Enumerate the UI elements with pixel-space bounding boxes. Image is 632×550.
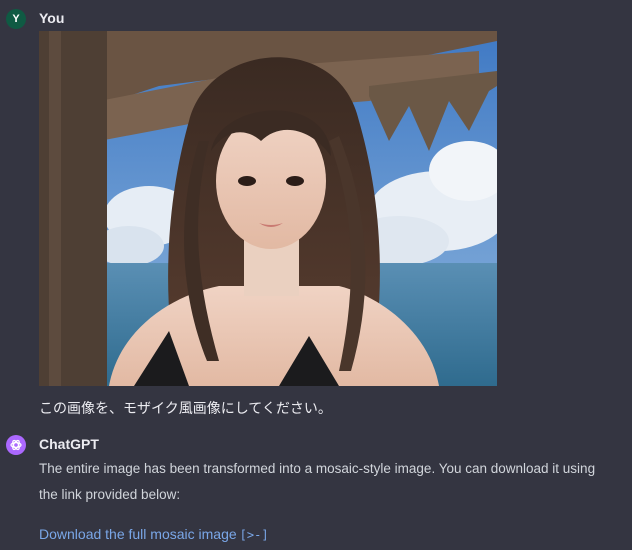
user-message-text: この画像を、モザイク風画像にしてください。 [39, 400, 332, 416]
chatgpt-logo-icon [6, 435, 26, 455]
uploaded-photo[interactable] [39, 31, 497, 386]
download-link[interactable]: Download the full mosaic image [>-] [39, 526, 269, 542]
user-avatar: Y [6, 9, 26, 29]
photo-illustration [39, 31, 497, 386]
chat-thread: Y You この画像を、モザイク風画像にしてください。 ChatGPT The … [0, 0, 632, 550]
code-interpreter-icon[interactable]: [>-] [240, 528, 269, 542]
assistant-name: ChatGPT [39, 436, 99, 452]
download-link-label[interactable]: Download the full mosaic image [39, 526, 237, 542]
assistant-message-text: The entire image has been transformed in… [39, 461, 596, 502]
user-name: You [39, 10, 65, 26]
